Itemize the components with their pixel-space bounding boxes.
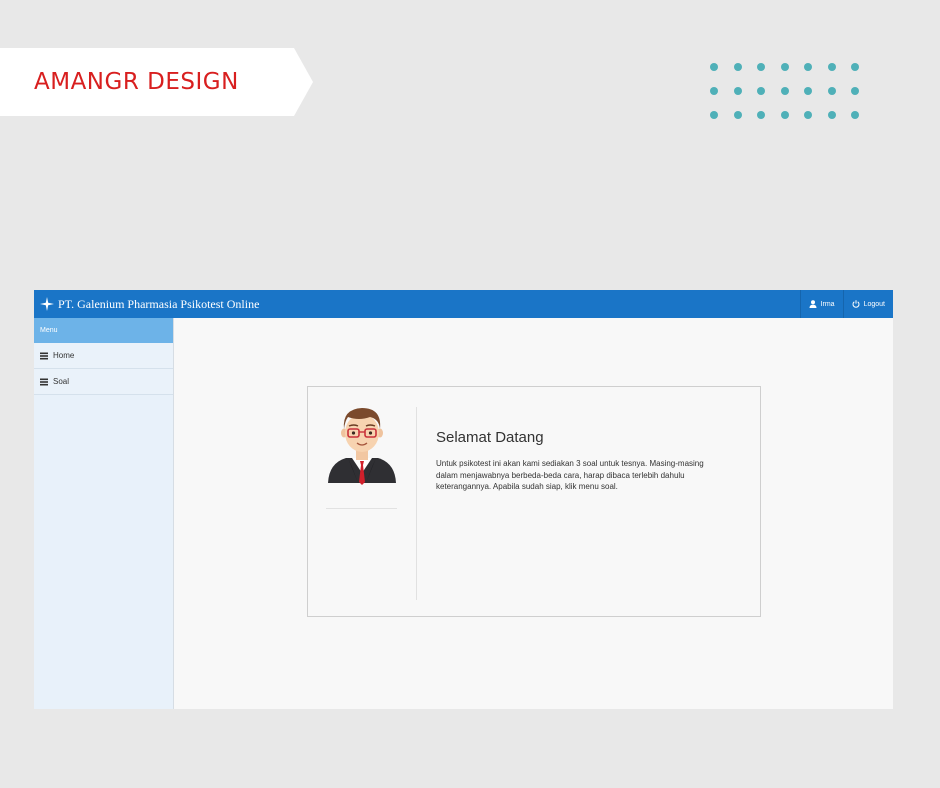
sparkle-logo-icon	[40, 297, 54, 311]
decorative-dot	[780, 87, 789, 95]
banner-title: AMANGR DESIGN	[34, 69, 239, 95]
decorative-dot	[780, 111, 789, 119]
brand-title: PT. Galenium Pharmasia Psikotest Online	[58, 297, 260, 311]
decorative-dot	[757, 87, 765, 95]
user-name: Irma	[820, 300, 835, 308]
brand-banner: AMANGR DESIGN	[0, 48, 313, 116]
user-icon	[809, 300, 817, 308]
list-icon	[40, 378, 48, 385]
card-divider	[416, 407, 417, 600]
list-icon	[40, 352, 48, 359]
welcome-card: Selamat Datang Untuk psikotest ini akan …	[307, 386, 761, 617]
decorative-dot-grid	[710, 63, 859, 119]
decorative-dot	[851, 87, 859, 95]
app-window: PT. Galenium Pharmasia Psikotest Online …	[34, 290, 893, 709]
sidebar-item-label: Home	[53, 351, 75, 360]
avatar	[328, 408, 396, 485]
decorative-dot	[757, 63, 765, 71]
decorative-dot	[710, 63, 718, 71]
decorative-dot	[804, 63, 812, 71]
top-navbar: PT. Galenium Pharmasia Psikotest Online …	[34, 290, 893, 318]
decorative-dot	[733, 111, 742, 119]
user-menu[interactable]: Irma	[799, 290, 843, 318]
welcome-description: Untuk psikotest ini akan kami sediakan 3…	[436, 459, 704, 491]
decorative-dot	[733, 63, 742, 71]
decorative-dot	[804, 111, 812, 119]
decorative-dot	[710, 111, 718, 119]
decorative-dot	[851, 63, 859, 71]
welcome-title: Selamat Datang	[436, 429, 544, 446]
decorative-dot	[710, 87, 718, 95]
sidebar-header: Menu	[34, 318, 173, 343]
sidebar: Menu Home Soal	[34, 318, 174, 709]
decorative-dot	[733, 87, 742, 95]
decorative-dot	[827, 87, 836, 95]
power-icon	[852, 300, 860, 308]
decorative-dot	[827, 111, 836, 119]
decorative-dot	[827, 63, 836, 71]
decorative-dot	[780, 63, 789, 71]
decorative-dot	[757, 111, 765, 119]
brand-link[interactable]: PT. Galenium Pharmasia Psikotest Online	[40, 290, 259, 318]
decorative-dot	[804, 87, 812, 95]
sidebar-item-home[interactable]: Home	[34, 343, 173, 369]
logout-label: Logout	[863, 300, 885, 308]
decorative-dot	[851, 111, 859, 119]
sidebar-item-label: Soal	[53, 377, 70, 386]
avatar-divider	[326, 508, 397, 509]
sidebar-item-soal[interactable]: Soal	[34, 369, 173, 395]
logout-button[interactable]: Logout	[842, 290, 893, 318]
